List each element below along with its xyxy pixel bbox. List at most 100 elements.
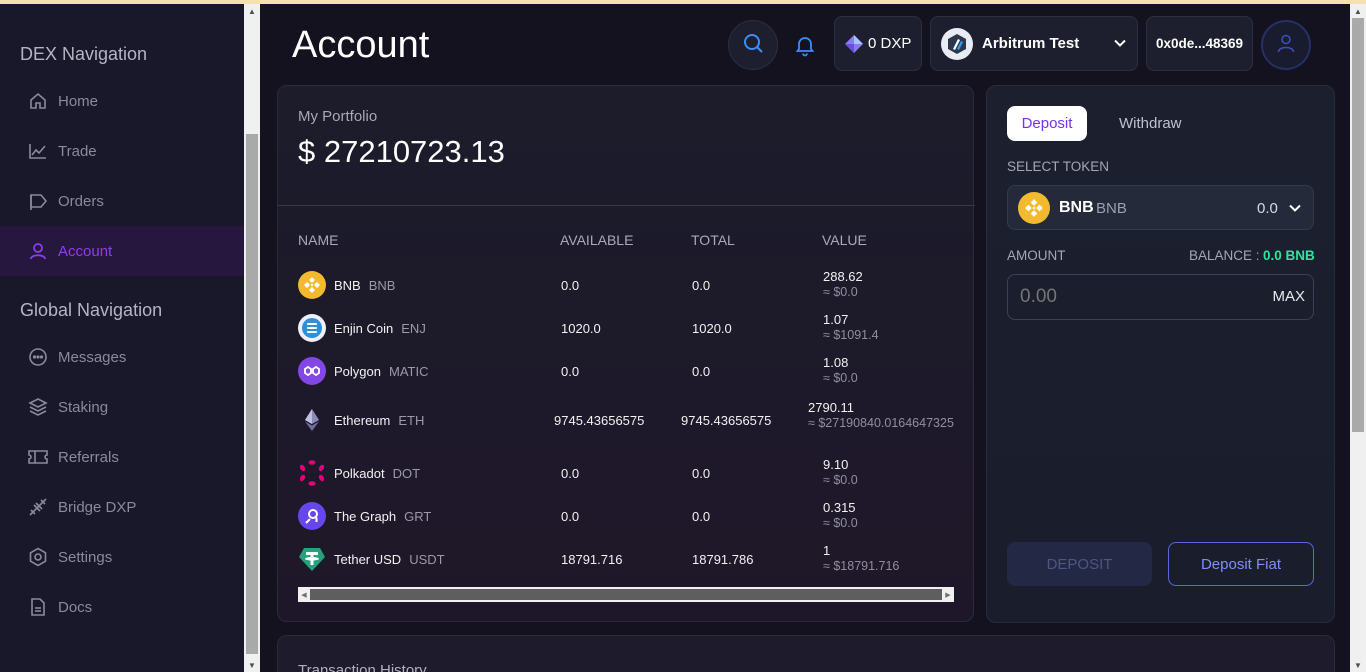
layers-icon [27,396,49,418]
token-select-dropdown[interactable]: BNB BNB 0.0 [1007,185,1314,230]
sidebar-item-bridge-dxp[interactable]: Bridge DXP [0,482,244,532]
search-icon [742,32,764,59]
settings-icon [27,546,49,568]
scroll-up-arrow-icon[interactable]: ▲ [244,4,260,18]
tether-logo-icon [298,545,326,573]
column-header-total: TOTAL [691,232,735,248]
sidebar-item-messages[interactable]: Messages [0,332,244,382]
max-button[interactable]: MAX [1272,288,1305,305]
column-header-name: NAME [298,232,339,248]
table-row[interactable]: Enjin Coin ENJ 1020.0 1020.0 1.07 ≈ $109… [278,308,975,348]
scroll-right-arrow-icon[interactable]: ▶ [942,587,954,602]
sidebar-item-account[interactable]: Account [0,226,244,276]
page-scrollbar[interactable]: ▲ ▼ [1350,4,1366,672]
portfolio-label: My Portfolio [298,108,378,125]
sidebar-item-orders[interactable]: Orders [0,176,244,226]
column-header-value: VALUE [822,232,867,248]
select-token-label: SELECT TOKEN [1007,159,1110,174]
profile-button[interactable] [1261,20,1311,70]
scroll-left-arrow-icon[interactable]: ◀ [298,587,310,602]
transaction-history-card: Transaction History [277,635,1335,672]
user-icon [27,240,49,262]
sidebar-item-trade[interactable]: Trade [0,126,244,176]
network-name: Arbitrum Test [982,35,1080,52]
token-symbol: USDT [409,551,445,567]
scroll-up-arrow-icon[interactable]: ▲ [1350,4,1366,18]
profile-user-icon [1275,32,1297,59]
total-value: 0.0 [692,364,711,379]
table-row[interactable]: The Graph GRT 0.0 0.0 0.315 ≈ $0.0 [278,496,975,536]
selected-token-balance: 0.0 [1257,200,1278,217]
bridge-icon [27,496,49,518]
table-scroll-thumb[interactable] [310,589,942,600]
table-row[interactable]: Polkadot DOT 0.0 0.0 9.10 ≈ $0.0 [278,453,975,493]
sidebar-item-label: Trade [58,142,97,160]
table-horizontal-scrollbar[interactable]: ◀ ▶ [298,587,954,602]
sidebar-item-label: Messages [58,348,127,366]
balance-label: BALANCE : [1189,248,1260,263]
dxp-balance: 0 DXP [868,35,912,52]
amount-input[interactable] [1020,285,1240,309]
available-value: 0.0 [561,509,580,524]
sidebar-item-home[interactable]: Home [0,76,244,126]
sidebar-item-settings[interactable]: Settings [0,532,244,582]
sidebar-item-referrals[interactable]: Referrals [0,432,244,482]
available-value: 18791.716 [561,552,623,567]
scroll-down-arrow-icon[interactable]: ▼ [244,658,260,672]
chevron-down-icon [1113,36,1127,54]
orders-icon [27,190,49,212]
token-symbol: ENJ [401,320,426,336]
amount-field: MAX [1007,274,1314,320]
dxp-token-icon [844,34,864,54]
chat-icon [27,346,49,368]
global-navigation-heading: Global Navigation [20,300,163,320]
scroll-down-arrow-icon[interactable]: ▼ [1350,658,1366,672]
sidebar: DEX Navigation Home Trade Orders Account… [0,4,244,672]
search-button[interactable] [728,20,778,70]
table-row[interactable]: Polygon MATIC 0.0 0.0 1.08 ≈ $0.0 [278,351,975,391]
token-price: 0.315 [823,500,856,515]
notification-bell-icon[interactable] [793,33,817,57]
dxp-balance-badge[interactable]: 0 DXP [834,16,922,71]
token-name: The Graph [334,508,397,524]
usd-value: ≈ $1091.4 [823,328,879,342]
sidebar-scrollbar[interactable]: ▲ ▼ [244,4,260,672]
wallet-address-button[interactable]: 0x0de...48369 [1146,16,1253,71]
token-name: BNB [334,277,361,293]
sidebar-item-label: Docs [58,598,93,616]
sidebar-item-docs[interactable]: Docs [0,582,244,632]
balance-value: 0.0 BNB [1263,248,1315,263]
sidebar-item-label: Bridge DXP [58,498,137,516]
bnb-logo-icon [1018,192,1050,224]
table-row[interactable]: Tether USD USDT 18791.716 18791.786 1 ≈ … [278,539,975,579]
token-price: 2790.11 [808,400,855,415]
polygon-logo-icon [298,357,326,385]
table-row[interactable]: Ethereum ETH 9745.43656575 9745.43656575… [278,400,975,440]
deposit-fiat-button[interactable]: Deposit Fiat [1168,542,1314,586]
usd-value: ≈ $0.0 [823,371,858,385]
total-value: 0.0 [692,509,711,524]
enjin-logo-icon [298,314,326,342]
chevron-down-icon [1288,201,1302,220]
page-scroll-thumb[interactable] [1352,18,1364,432]
tab-withdraw[interactable]: Withdraw [1119,115,1182,132]
deposit-button[interactable]: DEPOSIT [1007,542,1152,586]
available-value: 0.0 [561,278,580,293]
table-row[interactable]: BNB BNB 0.0 0.0 288.62 ≈ $0.0 [278,265,975,305]
polkadot-logo-icon [298,459,326,487]
chart-line-icon [27,140,49,162]
token-symbol: MATIC [388,363,429,379]
column-header-available: AVAILABLE [560,232,634,248]
usd-value: ≈ $0.0 [823,285,858,299]
selected-token-name: BNB [1059,199,1094,216]
tab-deposit[interactable]: Deposit [1007,106,1087,141]
sidebar-scroll-thumb[interactable] [246,134,258,654]
usd-value: ≈ $0.0 [823,473,858,487]
total-value: 18791.786 [692,552,754,567]
token-name: Enjin Coin [334,320,394,336]
network-selector[interactable]: Arbitrum Test [930,16,1138,71]
sidebar-item-label: Orders [58,192,104,210]
sidebar-item-staking[interactable]: Staking [0,382,244,432]
token-name: Ethereum [334,412,391,428]
token-price: 288.62 [823,269,863,284]
